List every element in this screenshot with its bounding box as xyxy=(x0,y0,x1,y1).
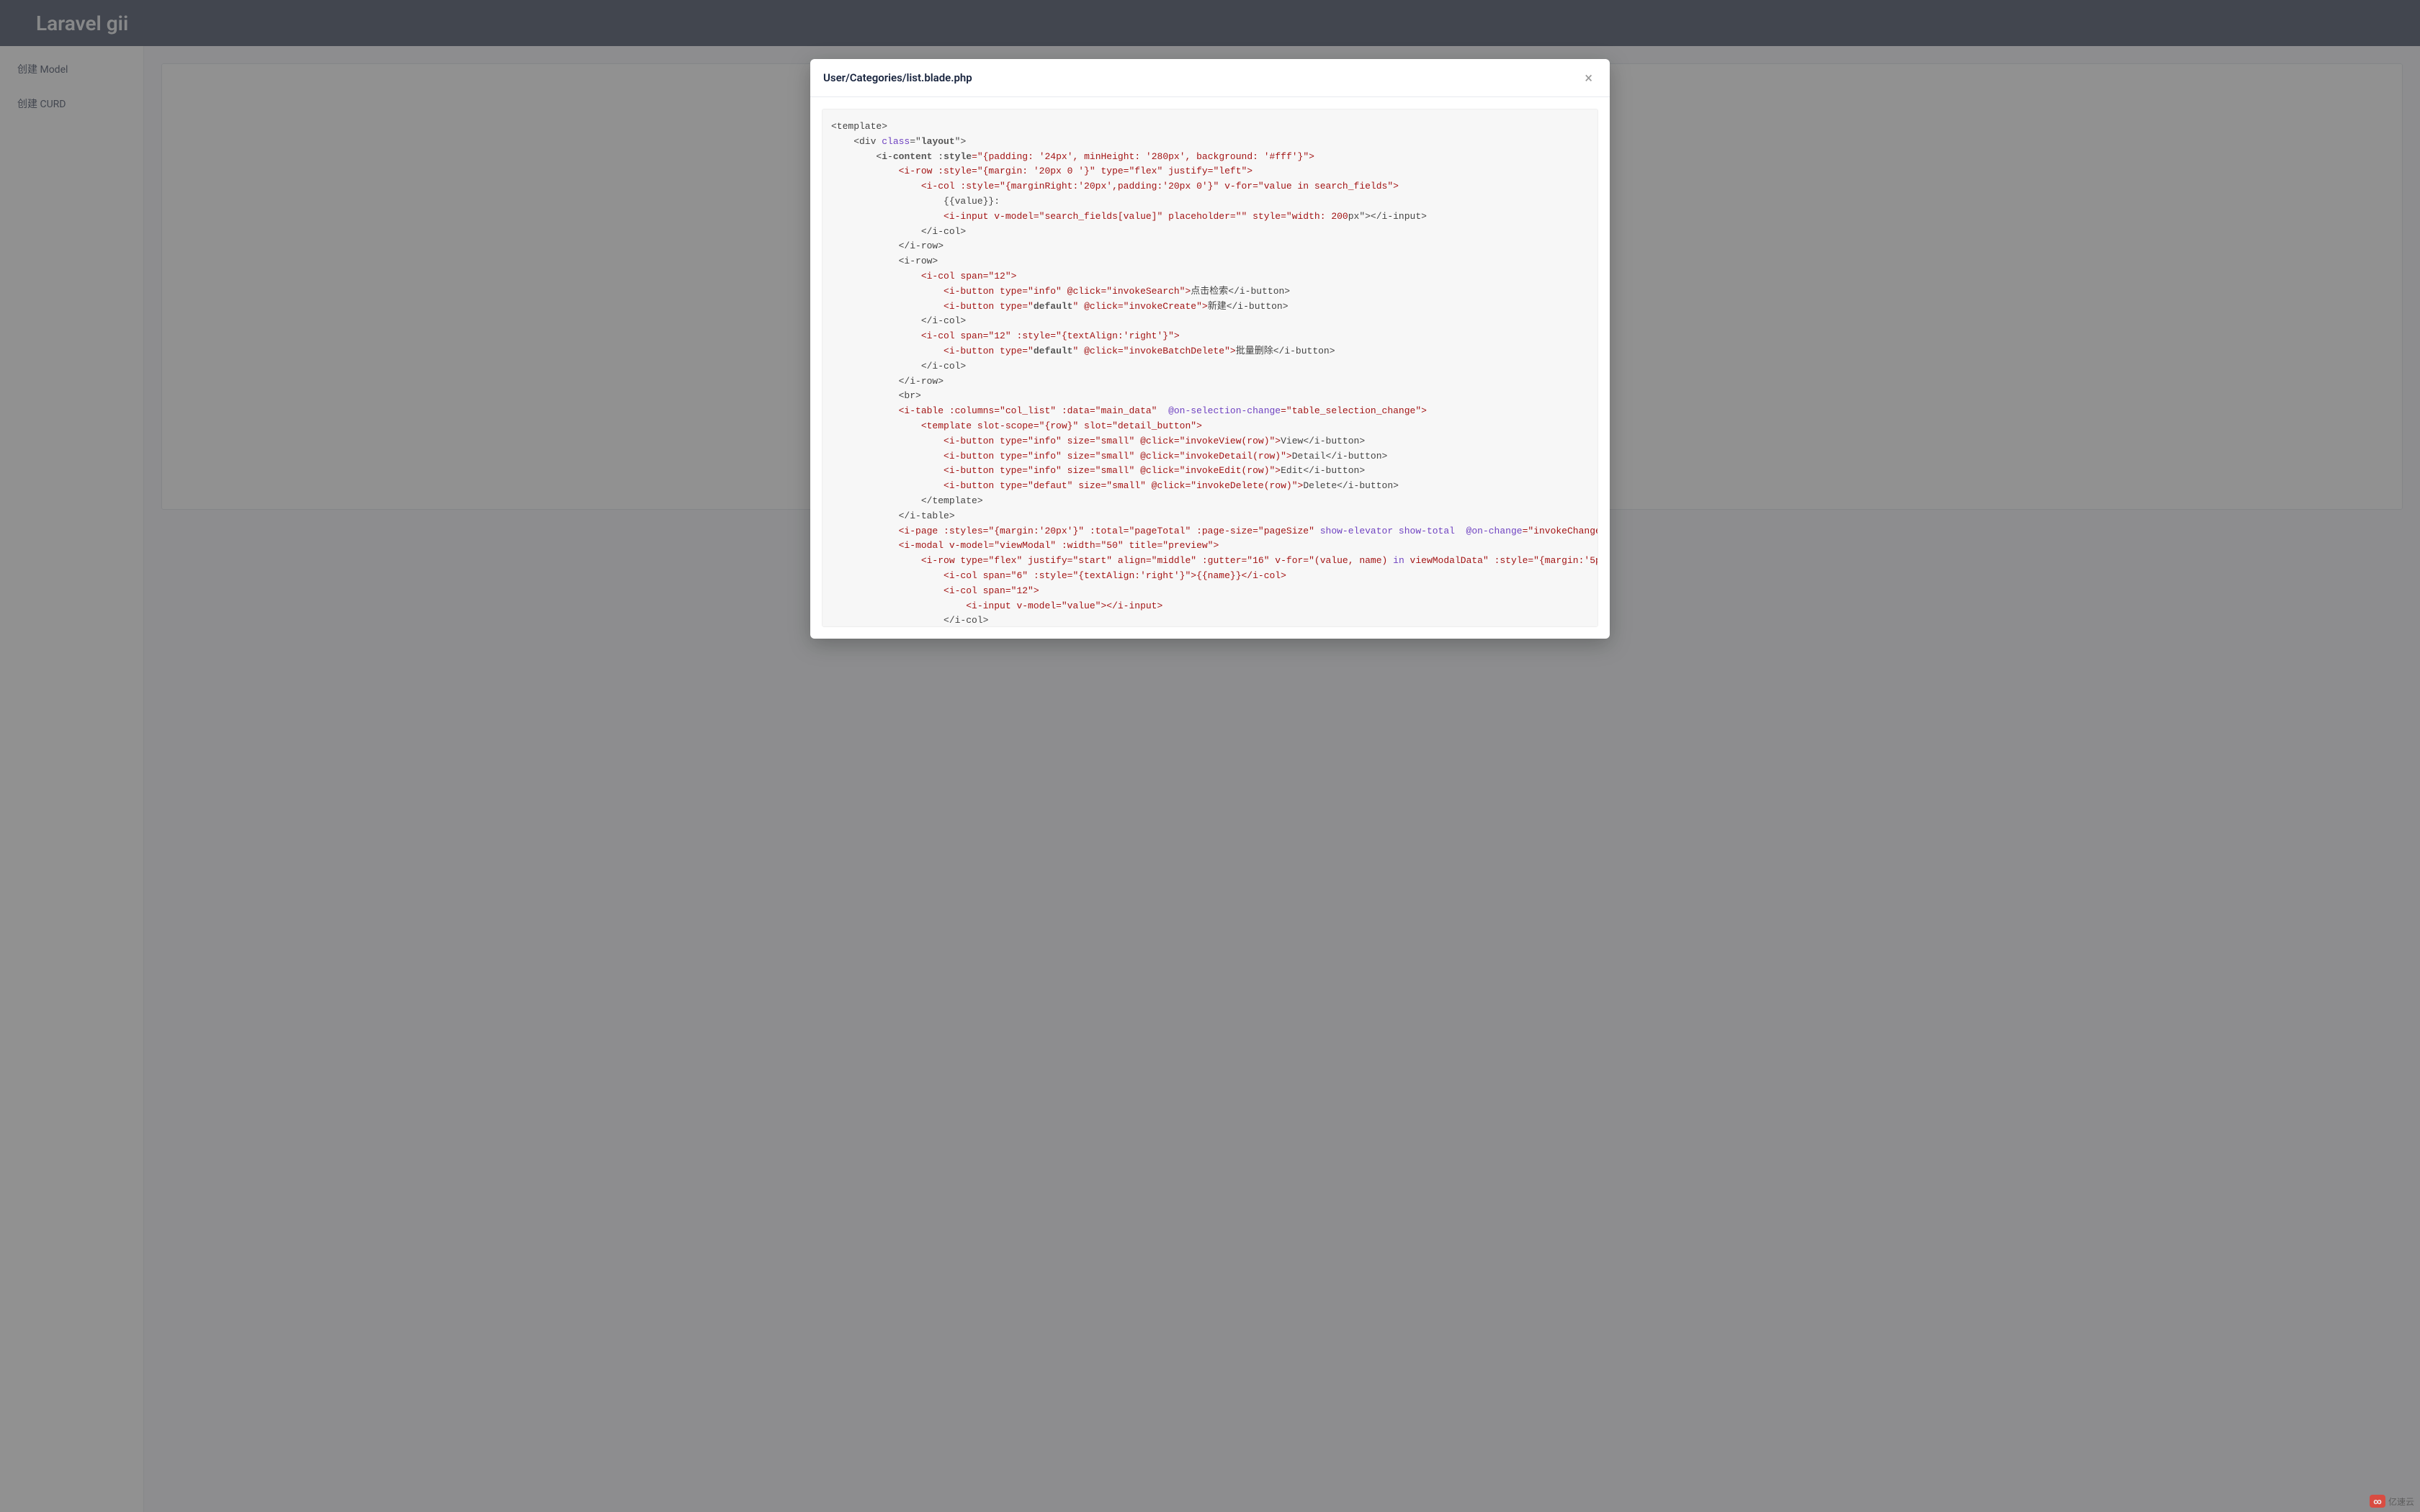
modal-overlay[interactable]: User/Categories/list.blade.php × <templa… xyxy=(0,0,2420,1512)
watermark: ∞ 亿速云 xyxy=(2370,1495,2414,1508)
modal-title: User/Categories/list.blade.php xyxy=(823,71,972,84)
watermark-logo-icon: ∞ xyxy=(2370,1495,2385,1508)
close-icon[interactable]: × xyxy=(1580,69,1597,86)
code-preview[interactable]: <template> <div class="layout"> <i-conte… xyxy=(822,109,1598,627)
file-preview-modal: User/Categories/list.blade.php × <templa… xyxy=(810,59,1610,639)
modal-body: <template> <div class="layout"> <i-conte… xyxy=(810,97,1610,639)
modal-header: User/Categories/list.blade.php × xyxy=(810,59,1610,97)
watermark-text: 亿速云 xyxy=(2388,1495,2414,1508)
